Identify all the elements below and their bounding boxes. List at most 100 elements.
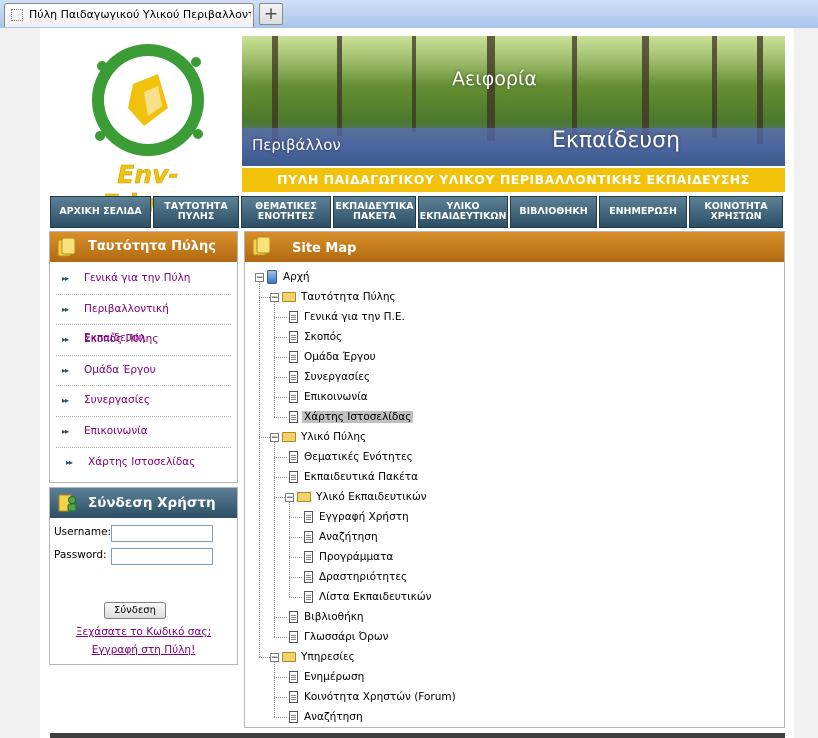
banner-tree	[412, 36, 416, 132]
header-banner: Αειφορία Περιβάλλον Εκπαίδευση	[242, 36, 785, 166]
collapse-toggle-icon[interactable]: −	[270, 293, 279, 303]
sitemap-page-node[interactable]: Ενημέρωση	[289, 668, 366, 686]
sitemap-page-node[interactable]: Λίστα Εκπαιδευτικών	[304, 588, 434, 606]
menu-item-project-team[interactable]: ▸▸ Ομάδα Έργου	[56, 356, 231, 387]
tree-connector	[274, 637, 287, 638]
nav-library[interactable]: ΒΙΒΛΙΟΘΗΚΗ	[510, 196, 597, 228]
tree-node-label: Ομάδα Έργου	[304, 351, 376, 363]
collapse-toggle-icon[interactable]: −	[270, 433, 279, 443]
login-submit-button[interactable]: Σύνδεση	[104, 602, 166, 619]
tree-node-label: Εγγραφή Χρήστη	[319, 511, 409, 523]
folder-icon	[252, 236, 271, 256]
nav-user-community[interactable]: ΚΟΙΝΟΤΗΤΑ ΧΡΗΣΤΩΝ	[689, 196, 783, 228]
sitemap-page-node[interactable]: Αναζήτηση	[304, 528, 380, 546]
tree-connector	[274, 302, 275, 417]
sitemap-page-node[interactable]: Κοινότητα Χρηστών (Forum)	[289, 688, 458, 706]
tree-node-label: Αναζήτηση	[319, 531, 378, 543]
tree-node-label: Εκπαιδευτικά Πακέτα	[304, 471, 419, 483]
sitemap-page-node[interactable]: Ομάδα Έργου	[289, 348, 378, 366]
nav-teacher-material[interactable]: ΥΛΙΚΟ ΕΚΠΑΙΔΕΥΤΙΚΩΝ	[418, 196, 508, 228]
home-icon	[267, 270, 277, 284]
nav-home[interactable]: ΑΡΧΙΚΗ ΣΕΛΙΔΑ	[50, 196, 151, 228]
tree-node-label: Επικοινωνία	[304, 391, 368, 403]
menu-item-collaborations[interactable]: ▸▸ Συνεργασίες	[56, 386, 231, 417]
sitemap-title: Site Map	[292, 241, 357, 256]
sitemap-folder-node[interactable]: Υπηρεσίες	[282, 648, 357, 666]
tree-connector	[274, 662, 275, 717]
sitemap-tree: − Αρχή − Ταυτότητα Πύλης Γενικά για την Π.Ε.…	[245, 264, 784, 727]
sitemap-page-node[interactable]: Συνεργασίες	[289, 368, 372, 386]
username-input[interactable]	[111, 525, 213, 542]
menu-item-sitemap[interactable]: ▸▸ Χάρτης Ιστοσελίδας	[56, 448, 231, 478]
tree-node-label: Θεματικές Ενότητες	[304, 451, 413, 463]
tree-connector	[259, 297, 270, 298]
password-label: Password:	[54, 549, 107, 561]
sitemap-page-node[interactable]: Εγγραφή Χρήστη	[304, 508, 411, 526]
double-arrow-icon: ▸▸	[62, 304, 69, 314]
forgot-password-link[interactable]: Ξεχάσατε το Κωδικό σας;	[50, 626, 237, 638]
collapse-toggle-icon[interactable]: −	[285, 493, 294, 503]
sitemap-page-node[interactable]: Σκοπός	[289, 328, 344, 346]
register-link[interactable]: Εγγραφή στη Πύλη!	[50, 644, 237, 656]
sitemap-page-node[interactable]: Εκπαιδευτικά Πακέτα	[289, 468, 420, 486]
sitemap-folder-node[interactable]: Υλικό Εκπαιδευτικών	[297, 488, 429, 506]
tree-connector	[274, 397, 287, 398]
menu-item-portal-purpose[interactable]: ▸▸ Σκοπός Πύλης	[56, 325, 231, 356]
login-panel-title: Σύνδεση Χρήστη	[88, 495, 216, 511]
nav-news[interactable]: ΕΝΗΜΕΡΩΣΗ	[599, 196, 687, 228]
tree-node-label: Υλικό Εκπαιδευτικών	[316, 491, 427, 503]
sitemap-page-node[interactable]: Βιβλιοθήκη	[289, 608, 366, 626]
tree-connector	[259, 282, 260, 657]
sitemap-folder-node[interactable]: Ταυτότητα Πύλης	[282, 288, 398, 306]
menu-item-contact[interactable]: ▸▸ Επικοινωνία	[56, 417, 231, 448]
nav-label-line2: ΕΚΠΑΙΔΕΥΤΙΚΩΝ	[419, 211, 507, 222]
page-icon	[289, 371, 298, 383]
banner-caption: ΠΥΛΗ ΠΑΙΔΑΓΩΓΙΚΟΥ ΥΛΙΚΟΥ ΠΕΡΙΒΑΛΛΟΝΤΙΚΗΣ…	[242, 168, 785, 192]
menu-item-about-portal[interactable]: ▸▸ Γενικά για την Πύλη	[56, 264, 231, 295]
collapse-toggle-icon[interactable]: −	[255, 273, 264, 283]
menu-item-label: Συνεργασίες	[84, 394, 151, 407]
sitemap-panel: Site Map − Αρχή − Ταυτότητα Πύλης Γενικά για…	[244, 231, 785, 728]
menu-item-environmental-education[interactable]: ▸▸ Περιβαλλοντική Εκπαίδευση	[56, 295, 231, 344]
banner-word-environment: Περιβάλλον	[252, 136, 341, 154]
login-panel-header: Σύνδεση Χρήστη	[50, 488, 237, 518]
nav-thematic-units[interactable]: ΘΕΜΑΤΙΚΕΣ ΕΝΟΤΗΤΕΣ	[241, 196, 331, 228]
tree-node-label: Βιβλιοθήκη	[304, 611, 364, 623]
sitemap-page-node[interactable]: Γλωσσάρι Όρων	[289, 628, 391, 646]
nav-news-label: ΕΝΗΜΕΡΩΣΗ	[609, 206, 677, 217]
browser-tab[interactable]: Πύλη Παιδαγωγικού Υλικού Περιβαλλοντικής…	[4, 3, 254, 27]
collapse-toggle-icon[interactable]: −	[270, 653, 279, 663]
page-icon	[289, 351, 298, 363]
tree-node-label: Υπηρεσίες	[301, 651, 355, 663]
main-nav: ΑΡΧΙΚΗ ΣΕΛΙΔΑ ΤΑΥΤΟΤΗΤΑ ΠΥΛΗΣ ΘΕΜΑΤΙΚΕΣ ΕΝ…	[50, 196, 785, 228]
nav-home-label: ΑΡΧΙΚΗ ΣΕΛΙΔΑ	[59, 206, 142, 217]
logo-leaf	[95, 131, 105, 141]
sitemap-page-node[interactable]: Θεματικές Ενότητες	[289, 448, 415, 466]
password-input[interactable]	[111, 548, 213, 565]
tree-connector	[274, 442, 275, 637]
sitemap-page-node[interactable]: Προγράμματα	[304, 548, 395, 566]
sitemap-page-node[interactable]: Αναζήτηση	[289, 708, 365, 726]
nav-portal-identity[interactable]: ΤΑΥΤΟΤΗΤΑ ΠΥΛΗΣ	[153, 196, 239, 228]
identity-panel-title: Ταυτότητα Πύλης	[88, 239, 216, 254]
sitemap-page-node[interactable]: Δραστηριότητες	[304, 568, 409, 586]
sitemap-header: Site Map	[245, 232, 784, 262]
banner-tree	[572, 36, 577, 134]
login-panel: Σύνδεση Χρήστη Username: Password: Σύνδε…	[49, 487, 238, 665]
menu-item-label: Ομάδα Έργου	[84, 363, 156, 376]
sitemap-root-node[interactable]: Αρχή	[267, 268, 312, 286]
nav-educational-packages[interactable]: ΕΚΠΑΙΔΕΥΤΙΚΑ ΠΑΚΕΤΑ	[333, 196, 416, 228]
logo-leaf	[191, 57, 201, 67]
banner-tree	[712, 36, 717, 138]
new-tab-button[interactable]: +	[259, 3, 283, 25]
sitemap-page-node[interactable]: Επικοινωνία	[289, 388, 370, 406]
tree-node-label: Δραστηριότητες	[319, 571, 408, 583]
sitemap-page-node[interactable]: Γενικά για την Π.Ε.	[289, 308, 407, 326]
sitemap-folder-node[interactable]: Υλικό Πύλης	[282, 428, 368, 446]
page-icon	[289, 631, 298, 643]
tree-node-label: Αρχή	[283, 271, 310, 283]
tree-connector	[274, 317, 287, 318]
banner-tree	[337, 36, 342, 136]
page-icon	[289, 451, 298, 463]
sitemap-page-node[interactable]: Χάρτης Ιστοσελίδας	[289, 408, 414, 426]
